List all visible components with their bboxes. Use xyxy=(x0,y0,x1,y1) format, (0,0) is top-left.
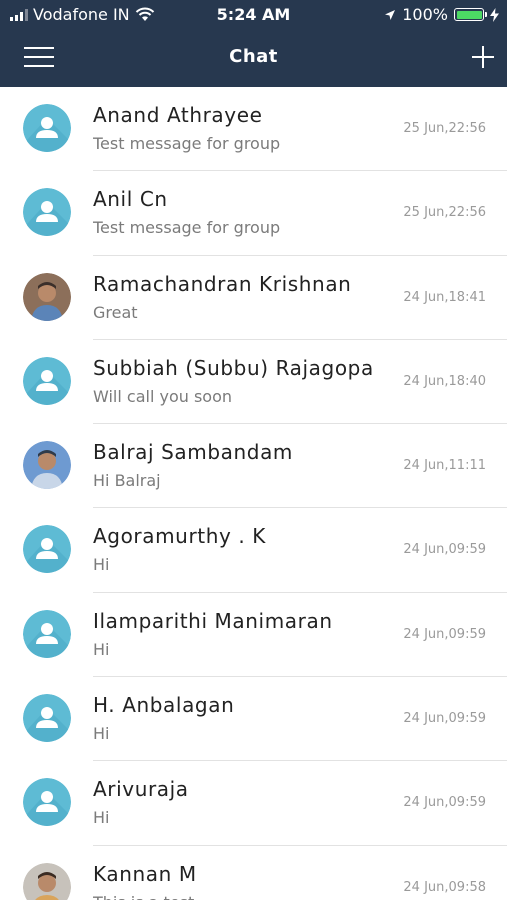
last-message: Will call you soon xyxy=(93,386,233,406)
contact-name: Anil Cn xyxy=(93,187,168,212)
chat-app: Vodafone IN 5:24 AM 100% Chat Anand Athr… xyxy=(0,0,507,900)
last-message: This is a test xyxy=(93,893,383,900)
contact-name: Balraj Sambandam xyxy=(93,440,294,465)
chat-list-item[interactable]: Anil Cn Test message for group 25 Jun,22… xyxy=(0,171,507,256)
charging-bolt-icon xyxy=(490,7,499,22)
default-user-icon xyxy=(23,356,71,405)
last-message: Hi xyxy=(93,639,110,659)
message-timestamp: 24 Jun,09:59 xyxy=(403,542,486,558)
message-timestamp: 24 Jun,18:40 xyxy=(403,373,486,389)
last-message: Test message for group xyxy=(93,134,281,153)
contact-name: Arivuraja xyxy=(93,777,189,802)
chat-list-item[interactable]: Subbiah (Subbu) Rajagopa Will call you s… xyxy=(0,340,507,425)
avatar xyxy=(23,778,71,827)
contact-photo xyxy=(23,862,71,900)
page-title: Chat xyxy=(229,46,278,67)
avatar xyxy=(23,441,71,490)
last-message: Hi xyxy=(93,724,110,744)
chat-list-item[interactable]: Balraj Sambandam Hi Balraj 24 Jun,11:11 xyxy=(0,424,507,509)
avatar xyxy=(23,609,71,658)
chat-list-item[interactable]: Arivuraja Hi 24 Jun,09:59 xyxy=(0,761,507,846)
default-user-icon xyxy=(23,188,71,237)
last-message: Hi xyxy=(93,555,110,575)
last-message: Great xyxy=(93,302,138,322)
default-user-icon xyxy=(23,694,71,743)
contact-name: Subbiah (Subbu) Rajagopa xyxy=(93,355,374,380)
chat-list-item[interactable]: Ramachandran Krishnan Great 24 Jun,18:41 xyxy=(0,256,507,341)
chat-list-item[interactable]: Anand Athrayee Test message for group 25… xyxy=(0,87,507,172)
avatar xyxy=(23,188,71,237)
status-bar: Vodafone IN 5:24 AM 100% xyxy=(0,0,507,30)
message-timestamp: 24 Jun,09:58 xyxy=(403,879,486,895)
message-timestamp: 25 Jun,22:56 xyxy=(403,205,486,221)
contact-name: Ramachandran Krishnan xyxy=(93,271,352,296)
chat-list-item[interactable]: Ilamparithi Manimaran Hi 24 Jun,09:59 xyxy=(0,593,507,678)
last-message: Test message for group xyxy=(93,218,281,238)
message-timestamp: 25 Jun,22:56 xyxy=(403,121,486,136)
avatar xyxy=(23,356,71,405)
contact-name: Agoramurthy . K xyxy=(93,524,267,549)
default-user-icon xyxy=(23,609,71,658)
contact-photo xyxy=(23,272,71,321)
status-right: 100% xyxy=(384,5,499,24)
chat-list-item[interactable]: Agoramurthy . K Hi 24 Jun,09:59 xyxy=(0,508,507,594)
avatar xyxy=(23,104,71,152)
message-timestamp: 24 Jun,09:59 xyxy=(403,795,486,811)
contact-name: Anand Athrayee xyxy=(93,103,263,127)
chat-list-item[interactable]: Kannan M This is a test 24 Jun,09:58 xyxy=(0,846,507,900)
message-timestamp: 24 Jun,18:41 xyxy=(403,289,486,305)
default-user-icon xyxy=(23,778,71,827)
chat-list-item[interactable]: H. Anbalagan Hi 24 Jun,09:59 xyxy=(0,677,507,762)
default-user-icon xyxy=(23,104,71,152)
avatar xyxy=(23,525,71,574)
message-timestamp: 24 Jun,09:59 xyxy=(403,626,486,642)
location-arrow-icon xyxy=(385,9,396,20)
contact-name: Kannan M xyxy=(93,861,197,886)
avatar xyxy=(23,694,71,743)
contact-name: Ilamparithi Manimaran xyxy=(93,608,333,633)
last-message: Hi Balraj xyxy=(93,471,161,491)
default-user-icon xyxy=(23,525,71,574)
battery-percentage: 100% xyxy=(402,5,448,24)
app-header: Vodafone IN 5:24 AM 100% Chat xyxy=(0,0,507,87)
message-timestamp: 24 Jun,11:11 xyxy=(403,458,486,474)
battery-icon xyxy=(454,8,487,21)
avatar xyxy=(23,272,71,321)
battery-fill xyxy=(456,10,482,19)
chat-list: Anand Athrayee Test message for group 25… xyxy=(0,87,507,900)
contact-name: H. Anbalagan xyxy=(93,693,235,718)
contact-photo xyxy=(23,441,71,490)
last-message: Hi xyxy=(93,808,110,828)
plus-icon[interactable] xyxy=(471,45,495,69)
avatar xyxy=(23,862,71,900)
message-timestamp: 24 Jun,09:59 xyxy=(403,711,486,727)
